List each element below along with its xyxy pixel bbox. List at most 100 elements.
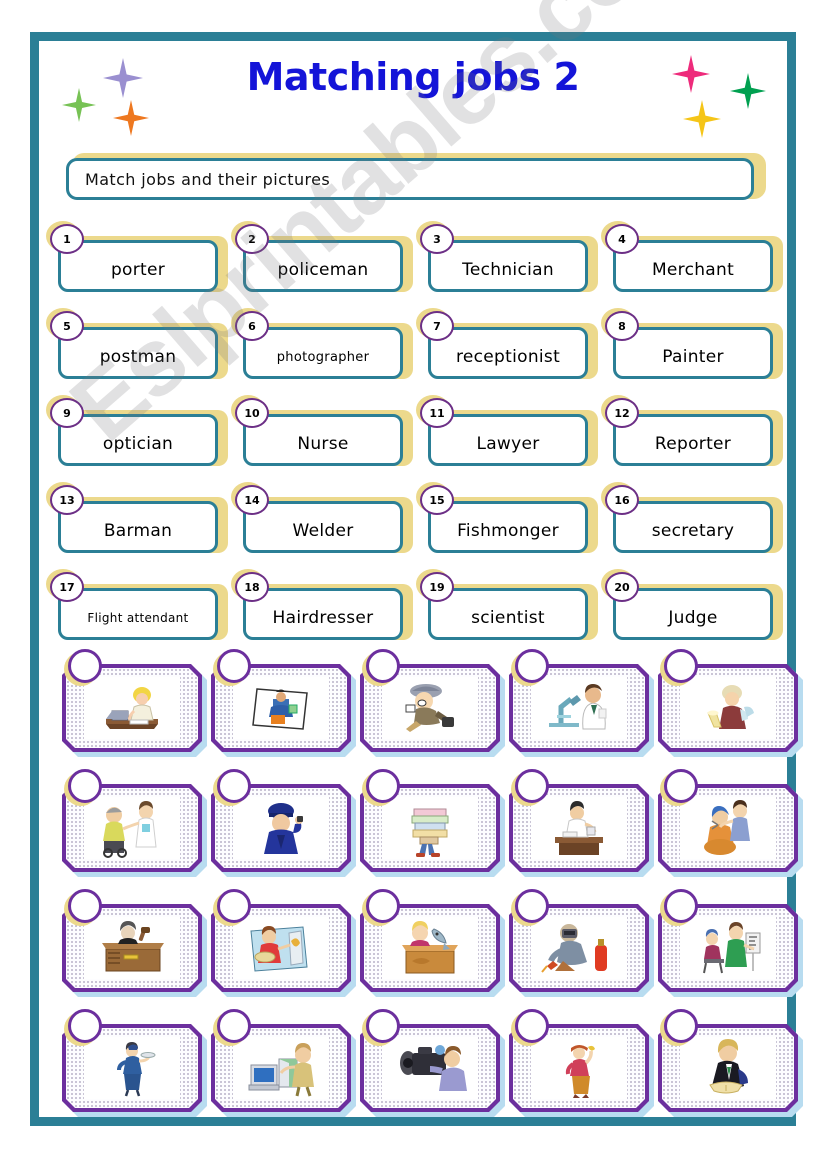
word-box[interactable]: optician <box>58 414 218 466</box>
word-item-4[interactable]: Merchant 4 <box>601 221 783 296</box>
number-badge: 19 <box>420 572 454 602</box>
number-badge-text: 9 <box>63 406 71 420</box>
answer-circle-input[interactable] <box>217 649 251 683</box>
receptionist-at-desk-icon <box>84 677 180 739</box>
answer-circle-input[interactable] <box>217 889 251 923</box>
answer-circle-input[interactable] <box>664 649 698 683</box>
instruction-text: Match jobs and their pictures <box>85 169 331 189</box>
answer-circle-input[interactable] <box>515 769 549 803</box>
answer-circle-input[interactable] <box>366 769 400 803</box>
word-item-20[interactable]: Judge 20 <box>601 569 783 644</box>
answer-circle-input[interactable] <box>68 889 102 923</box>
picture-card-18[interactable] <box>360 1009 500 1112</box>
scientist-microscope-icon <box>531 677 627 739</box>
picture-card-19[interactable] <box>509 1009 649 1112</box>
word-box[interactable]: Judge <box>613 588 773 640</box>
word-item-5[interactable]: postman 5 <box>46 308 228 383</box>
word-item-17[interactable]: Flight attendant 17 <box>46 569 228 644</box>
answer-circle-input[interactable] <box>68 649 102 683</box>
word-box[interactable]: photographer <box>243 327 403 379</box>
nurse-with-patient-icon <box>84 797 180 859</box>
picture-card-20[interactable] <box>658 1009 798 1112</box>
picture-card-12[interactable] <box>211 889 351 992</box>
picture-card-14[interactable] <box>509 889 649 992</box>
answer-circle-input[interactable] <box>366 1009 400 1043</box>
answer-circle-input[interactable] <box>366 889 400 923</box>
word-item-3[interactable]: Technician 3 <box>416 221 598 296</box>
number-badge-text: 15 <box>429 493 445 507</box>
picture-card-8[interactable] <box>360 769 500 872</box>
word-item-18[interactable]: Hairdresser 18 <box>231 569 413 644</box>
page-title: Matching jobs 2 <box>246 55 580 99</box>
word-item-19[interactable]: scientist 19 <box>416 569 598 644</box>
answer-circle-input[interactable] <box>664 889 698 923</box>
word-item-14[interactable]: Welder 14 <box>231 482 413 557</box>
word-box[interactable]: Hairdresser <box>243 588 403 640</box>
answer-circle-input[interactable] <box>217 1009 251 1043</box>
word-item-15[interactable]: Fishmonger 15 <box>416 482 598 557</box>
picture-card-2[interactable] <box>211 649 351 752</box>
word-item-9[interactable]: optician 9 <box>46 395 228 470</box>
word-box[interactable]: Merchant <box>613 240 773 292</box>
word-item-12[interactable]: Reporter 12 <box>601 395 783 470</box>
word-box[interactable]: Welder <box>243 501 403 553</box>
word-item-13[interactable]: Barman 13 <box>46 482 228 557</box>
word-item-8[interactable]: Painter 8 <box>601 308 783 383</box>
answer-circle-input[interactable] <box>664 769 698 803</box>
merchant-waving-icon <box>531 1037 627 1099</box>
picture-card-1[interactable] <box>62 649 202 752</box>
answer-circle-input[interactable] <box>664 1009 698 1043</box>
word-item-6[interactable]: photographer 6 <box>231 308 413 383</box>
word-label: Hairdresser <box>272 608 374 628</box>
word-item-11[interactable]: Lawyer 11 <box>416 395 598 470</box>
number-badge-text: 1 <box>63 232 71 246</box>
word-box[interactable]: Technician <box>428 240 588 292</box>
word-box[interactable]: Nurse <box>243 414 403 466</box>
word-box[interactable]: scientist <box>428 588 588 640</box>
word-box[interactable]: Fishmonger <box>428 501 588 553</box>
number-badge: 2 <box>235 224 269 254</box>
picture-card-3[interactable] <box>360 649 500 752</box>
answer-circle-input[interactable] <box>515 649 549 683</box>
answer-circle-input[interactable] <box>515 889 549 923</box>
word-box[interactable]: Lawyer <box>428 414 588 466</box>
answer-circle-input[interactable] <box>68 769 102 803</box>
picture-card-10[interactable] <box>658 769 798 872</box>
number-badge: 6 <box>235 311 269 341</box>
number-badge: 14 <box>235 485 269 515</box>
word-item-7[interactable]: receptionist 7 <box>416 308 598 383</box>
word-box[interactable]: secretary <box>613 501 773 553</box>
picture-card-4[interactable] <box>509 649 649 752</box>
word-item-2[interactable]: policeman 2 <box>231 221 413 296</box>
picture-card-13[interactable] <box>360 889 500 992</box>
number-badge: 7 <box>420 311 454 341</box>
word-label: photographer <box>276 349 370 365</box>
picture-card-7[interactable] <box>211 769 351 872</box>
word-box[interactable]: policeman <box>243 240 403 292</box>
word-box[interactable]: Reporter <box>613 414 773 466</box>
answer-circle-input[interactable] <box>217 769 251 803</box>
word-box[interactable]: Painter <box>613 327 773 379</box>
word-bank-row: postman 5 photographer 6 receptionist 7 Painte… <box>46 308 785 396</box>
word-item-10[interactable]: Nurse 10 <box>231 395 413 470</box>
answer-circle-input[interactable] <box>366 649 400 683</box>
picture-card-11[interactable] <box>62 889 202 992</box>
answer-circle-input[interactable] <box>68 1009 102 1043</box>
technician-at-desk-icon <box>531 797 627 859</box>
picture-card-5[interactable] <box>658 649 798 752</box>
picture-card-17[interactable] <box>211 1009 351 1112</box>
picture-card-9[interactable] <box>509 769 649 872</box>
word-box[interactable]: Barman <box>58 501 218 553</box>
picture-card-6[interactable] <box>62 769 202 872</box>
answer-circle-input[interactable] <box>515 1009 549 1043</box>
word-label: Technician <box>462 260 554 280</box>
picture-card-15[interactable] <box>658 889 798 992</box>
word-box[interactable]: receptionist <box>428 327 588 379</box>
picture-card-16[interactable] <box>62 1009 202 1112</box>
word-item-16[interactable]: secretary 16 <box>601 482 783 557</box>
word-box[interactable]: porter <box>58 240 218 292</box>
word-item-1[interactable]: porter 1 <box>46 221 228 296</box>
word-label: Painter <box>662 347 724 367</box>
word-box[interactable]: postman <box>58 327 218 379</box>
word-box[interactable]: Flight attendant <box>58 588 218 640</box>
